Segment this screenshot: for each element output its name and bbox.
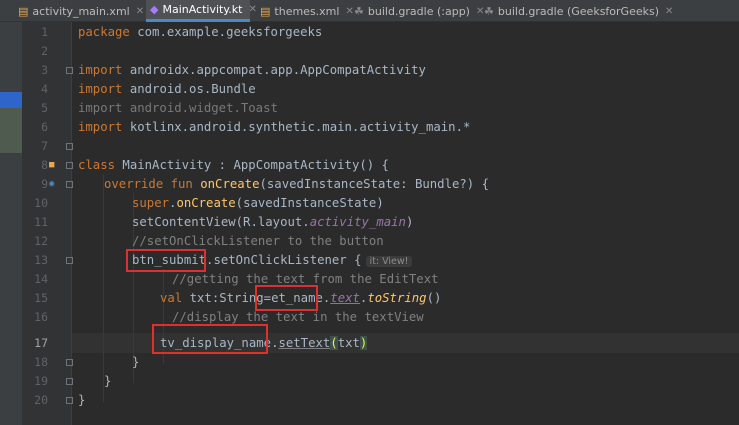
kotlin-file-icon: ◆	[150, 3, 159, 16]
unused-import-text: import android.widget.Toast	[78, 101, 278, 115]
code-text: (savedInstanceState)	[235, 196, 384, 210]
line-number: 11	[34, 215, 48, 229]
comment-text: //getting the text from the EditText	[172, 272, 439, 286]
line-number: 15	[34, 291, 48, 305]
code-line-6[interactable]: import kotlinx.android.synthetic.main.ac…	[78, 117, 470, 137]
keyword: import	[78, 82, 123, 96]
keyword: import	[78, 120, 123, 134]
tab-label: activity_main.xml	[32, 4, 130, 18]
xml-file-icon: ▤	[260, 4, 271, 18]
line-number: 7	[41, 139, 48, 153]
line-number: 19	[34, 374, 48, 388]
code-line-4[interactable]: import android.os.Bundle	[78, 79, 256, 99]
code-line-1[interactable]: package com.example.geeksforgeeks	[78, 22, 322, 42]
close-icon[interactable]: ✕	[136, 6, 144, 17]
line-number: 20	[34, 393, 48, 407]
code-text: (savedInstanceState: Bundle?) {	[259, 177, 489, 191]
line-number: 18	[34, 355, 48, 369]
line-number: 2	[41, 44, 48, 58]
tab-build-gradle-app[interactable]: ☘ build.gradle (:app) ✕	[350, 0, 484, 22]
line-number: 4	[41, 82, 48, 96]
code-editor[interactable]: package com.example.geeksforgeeks import…	[72, 22, 739, 425]
code-text: }	[78, 393, 86, 407]
code-line-8[interactable]: class MainActivity : AppCompatActivity()…	[78, 155, 389, 175]
line-number: 3	[41, 63, 48, 77]
keyword: override fun	[104, 177, 193, 191]
comment-text: //setOnClickListener to the button	[132, 234, 384, 248]
selected-item-indicator	[0, 92, 22, 108]
line-number: 14	[34, 272, 48, 286]
code-line-20[interactable]: }	[78, 390, 85, 410]
panel-highlight	[0, 108, 22, 153]
highlight-box-btn-submit	[126, 249, 206, 272]
line-number: 12	[34, 234, 48, 248]
highlight-box-et-name	[255, 285, 318, 311]
code-text: )	[405, 215, 414, 229]
keyword: val	[160, 291, 183, 305]
function-name: onCreate	[176, 196, 236, 210]
close-icon[interactable]: ✕	[665, 6, 673, 17]
keyword: class	[78, 158, 116, 172]
property-reference: text	[330, 291, 360, 305]
code-text: setText	[278, 336, 331, 350]
inlay-hint: it: View!	[365, 256, 413, 267]
tab-build-gradle-geeksforgeeks[interactable]: ☘ build.gradle (GeeksforGeeks) ✕	[480, 0, 695, 22]
tab-label: MainActivity.kt	[162, 3, 243, 16]
xml-file-icon: ▤	[18, 4, 29, 18]
layout-reference: activity_main	[309, 215, 406, 229]
matched-paren: )	[359, 336, 368, 350]
code-line-3[interactable]: import androidx.appcompat.app.AppCompatA…	[78, 60, 426, 80]
line-number: 6	[41, 120, 48, 134]
code-line-11[interactable]: setContentView(R.layout.activity_main)	[132, 212, 413, 232]
tab-themes-xml[interactable]: ▤ themes.xml ✕	[256, 0, 354, 22]
code-text: setContentView(R.layout.	[132, 215, 310, 229]
code-text: }	[104, 374, 112, 388]
project-side-panel[interactable]	[0, 22, 22, 425]
code-line-9[interactable]: override fun onCreate(savedInstanceState…	[104, 174, 489, 194]
tab-activity-main-xml[interactable]: ▤ activity_main.xml ✕	[14, 0, 144, 22]
code-text: }	[132, 355, 140, 369]
code-line-18[interactable]: }	[132, 352, 139, 372]
code-text: ()	[426, 291, 442, 305]
tab-label: build.gradle (GeeksforGeeks)	[497, 4, 659, 18]
code-text: kotlinx.android.synthetic.main.activity_…	[122, 120, 471, 134]
line-number: 16	[34, 310, 48, 324]
comment-text: //display the text in the textView	[172, 310, 424, 324]
line-number: 8	[41, 158, 48, 172]
keyword: import	[78, 63, 123, 77]
function-name: onCreate	[200, 177, 260, 191]
code-line-10[interactable]: super.onCreate(savedInstanceState)	[132, 193, 384, 213]
code-text: MainActivity : AppCompatActivity() {	[115, 158, 389, 172]
code-line-5[interactable]: import android.widget.Toast	[78, 98, 278, 118]
tab-label: build.gradle (:app)	[367, 4, 470, 18]
gradle-icon: ☘	[354, 4, 364, 18]
keyword: package	[78, 25, 130, 39]
line-number: 10	[34, 196, 48, 210]
code-line-12[interactable]: //setOnClickListener to the button	[132, 231, 384, 251]
code-text: txt	[337, 336, 360, 350]
line-number-gutter[interactable]: 1 2 3 4 5 6 7 8 9 10 11 12 13 14 15 16 1…	[22, 22, 73, 425]
code-line-19[interactable]: }	[104, 371, 111, 391]
matched-paren: (	[330, 336, 338, 350]
line-number: 9	[41, 177, 48, 191]
line-number: 5	[41, 101, 48, 115]
line-number: 13	[34, 253, 48, 267]
line-number: 1	[41, 25, 48, 39]
code-text: com.example.geeksforgeeks	[129, 25, 323, 39]
highlight-box-tv-display-name	[152, 324, 268, 354]
override-icon[interactable]: ◉	[49, 174, 54, 194]
line-number-current: 17	[34, 336, 48, 350]
editor-tab-bar: ▤ activity_main.xml ✕ ◆ MainActivity.kt …	[0, 0, 739, 22]
code-text: android.os.Bundle	[122, 82, 256, 96]
tab-mainactivity-kt[interactable]: ◆ MainActivity.kt ✕	[146, 0, 257, 22]
indent-guide	[103, 174, 104, 402]
extension-function: toString	[367, 291, 427, 305]
tab-label: themes.xml	[274, 4, 340, 18]
gradle-icon: ☘	[484, 4, 494, 18]
keyword: super	[132, 196, 170, 210]
code-text: androidx.appcompat.app.AppCompatActivity	[122, 63, 426, 77]
kotlin-class-icon[interactable]: ■	[49, 155, 54, 175]
code-text: .setOnClickListener {	[206, 253, 362, 267]
